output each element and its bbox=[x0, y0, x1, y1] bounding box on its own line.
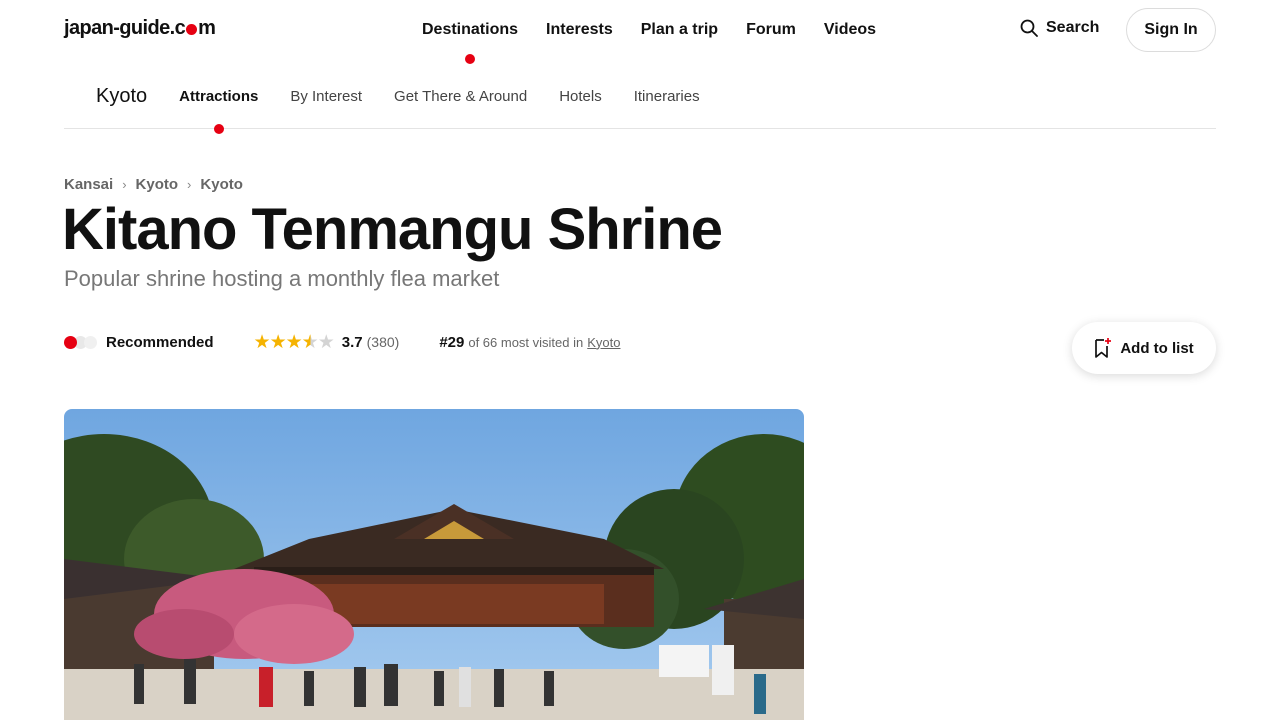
recommendation-indicator: Recommended bbox=[64, 334, 214, 351]
rating-count: (380) bbox=[366, 334, 400, 350]
star-icon: ★ bbox=[269, 330, 287, 353]
sub-nav: Kyoto Attractions By Interest Get There … bbox=[64, 64, 1216, 134]
top-header: japan-guide.c m Destinations Interests Pl… bbox=[0, 0, 1280, 64]
tab-get-there-around[interactable]: Get There & Around bbox=[394, 64, 527, 129]
breadcrumb-separator: › bbox=[122, 177, 127, 192]
add-to-list-button[interactable]: Add to list bbox=[1072, 322, 1216, 374]
hero-image[interactable] bbox=[64, 409, 804, 720]
rating: ★ ★ ★ ★ ★ 3.7 (380) bbox=[253, 330, 400, 353]
breadcrumb: Kansai › Kyoto › Kyoto bbox=[64, 176, 243, 193]
recommendation-dot-filled bbox=[64, 335, 77, 349]
logo-text-end: m bbox=[198, 17, 216, 39]
star-rating: ★ ★ ★ ★ ★ bbox=[253, 330, 335, 353]
star-icon: ★ bbox=[253, 330, 271, 353]
nav-destinations[interactable]: Destinations bbox=[408, 0, 532, 64]
breadcrumb-kyoto-prefecture[interactable]: Kyoto bbox=[136, 176, 179, 193]
rank-text: of 66 most visited in bbox=[468, 334, 584, 350]
tab-attractions[interactable]: Attractions bbox=[179, 64, 258, 134]
breadcrumb-separator: › bbox=[187, 177, 192, 192]
logo-dot bbox=[186, 24, 198, 35]
popularity-rank: #29 of 66 most visited in Kyoto bbox=[439, 334, 620, 351]
page-subtitle: Popular shrine hosting a monthly flea ma… bbox=[64, 266, 500, 291]
recommendation-label: Recommended bbox=[106, 333, 214, 351]
add-to-list-label: Add to list bbox=[1120, 339, 1194, 357]
breadcrumb-kansai[interactable]: Kansai bbox=[64, 176, 113, 193]
nav-videos[interactable]: Videos bbox=[810, 0, 890, 60]
nav-interests[interactable]: Interests bbox=[532, 0, 627, 60]
shrine-photo bbox=[64, 409, 804, 720]
logo-text-start: japan-guide.c bbox=[64, 17, 186, 39]
bookmark-plus-icon bbox=[1095, 338, 1112, 358]
rank-number: #29 bbox=[439, 333, 465, 351]
breadcrumb-kyoto-city[interactable]: Kyoto bbox=[200, 176, 243, 193]
rank-city-link[interactable]: Kyoto bbox=[587, 335, 620, 350]
attraction-meta: Recommended ★ ★ ★ ★ ★ 3.7 (380) #29 of 6… bbox=[64, 330, 620, 354]
page-title: Kitano Tenmangu Shrine bbox=[62, 197, 723, 262]
site-logo[interactable]: japan-guide.c m bbox=[64, 17, 216, 40]
search-icon bbox=[1020, 19, 1038, 37]
nav-forum[interactable]: Forum bbox=[732, 0, 810, 60]
main-nav: Destinations Interests Plan a trip Forum… bbox=[408, 0, 890, 64]
empty-star-icon: ★ bbox=[317, 330, 335, 353]
sign-in-button[interactable]: Sign In bbox=[1126, 8, 1216, 52]
tab-hotels[interactable]: Hotels bbox=[559, 64, 602, 129]
rating-value: 3.7 bbox=[341, 333, 363, 351]
nav-plan-a-trip[interactable]: Plan a trip bbox=[627, 0, 732, 60]
subnav-city[interactable]: Kyoto bbox=[96, 85, 147, 108]
tab-by-interest[interactable]: By Interest bbox=[290, 64, 362, 129]
recommendation-dot-empty bbox=[84, 335, 97, 349]
tab-itineraries[interactable]: Itineraries bbox=[634, 64, 700, 129]
half-star-icon: ★ bbox=[301, 330, 319, 353]
search-label: Search bbox=[1046, 19, 1100, 36]
star-icon: ★ bbox=[285, 330, 303, 353]
search-button[interactable]: Search bbox=[1020, 19, 1099, 37]
